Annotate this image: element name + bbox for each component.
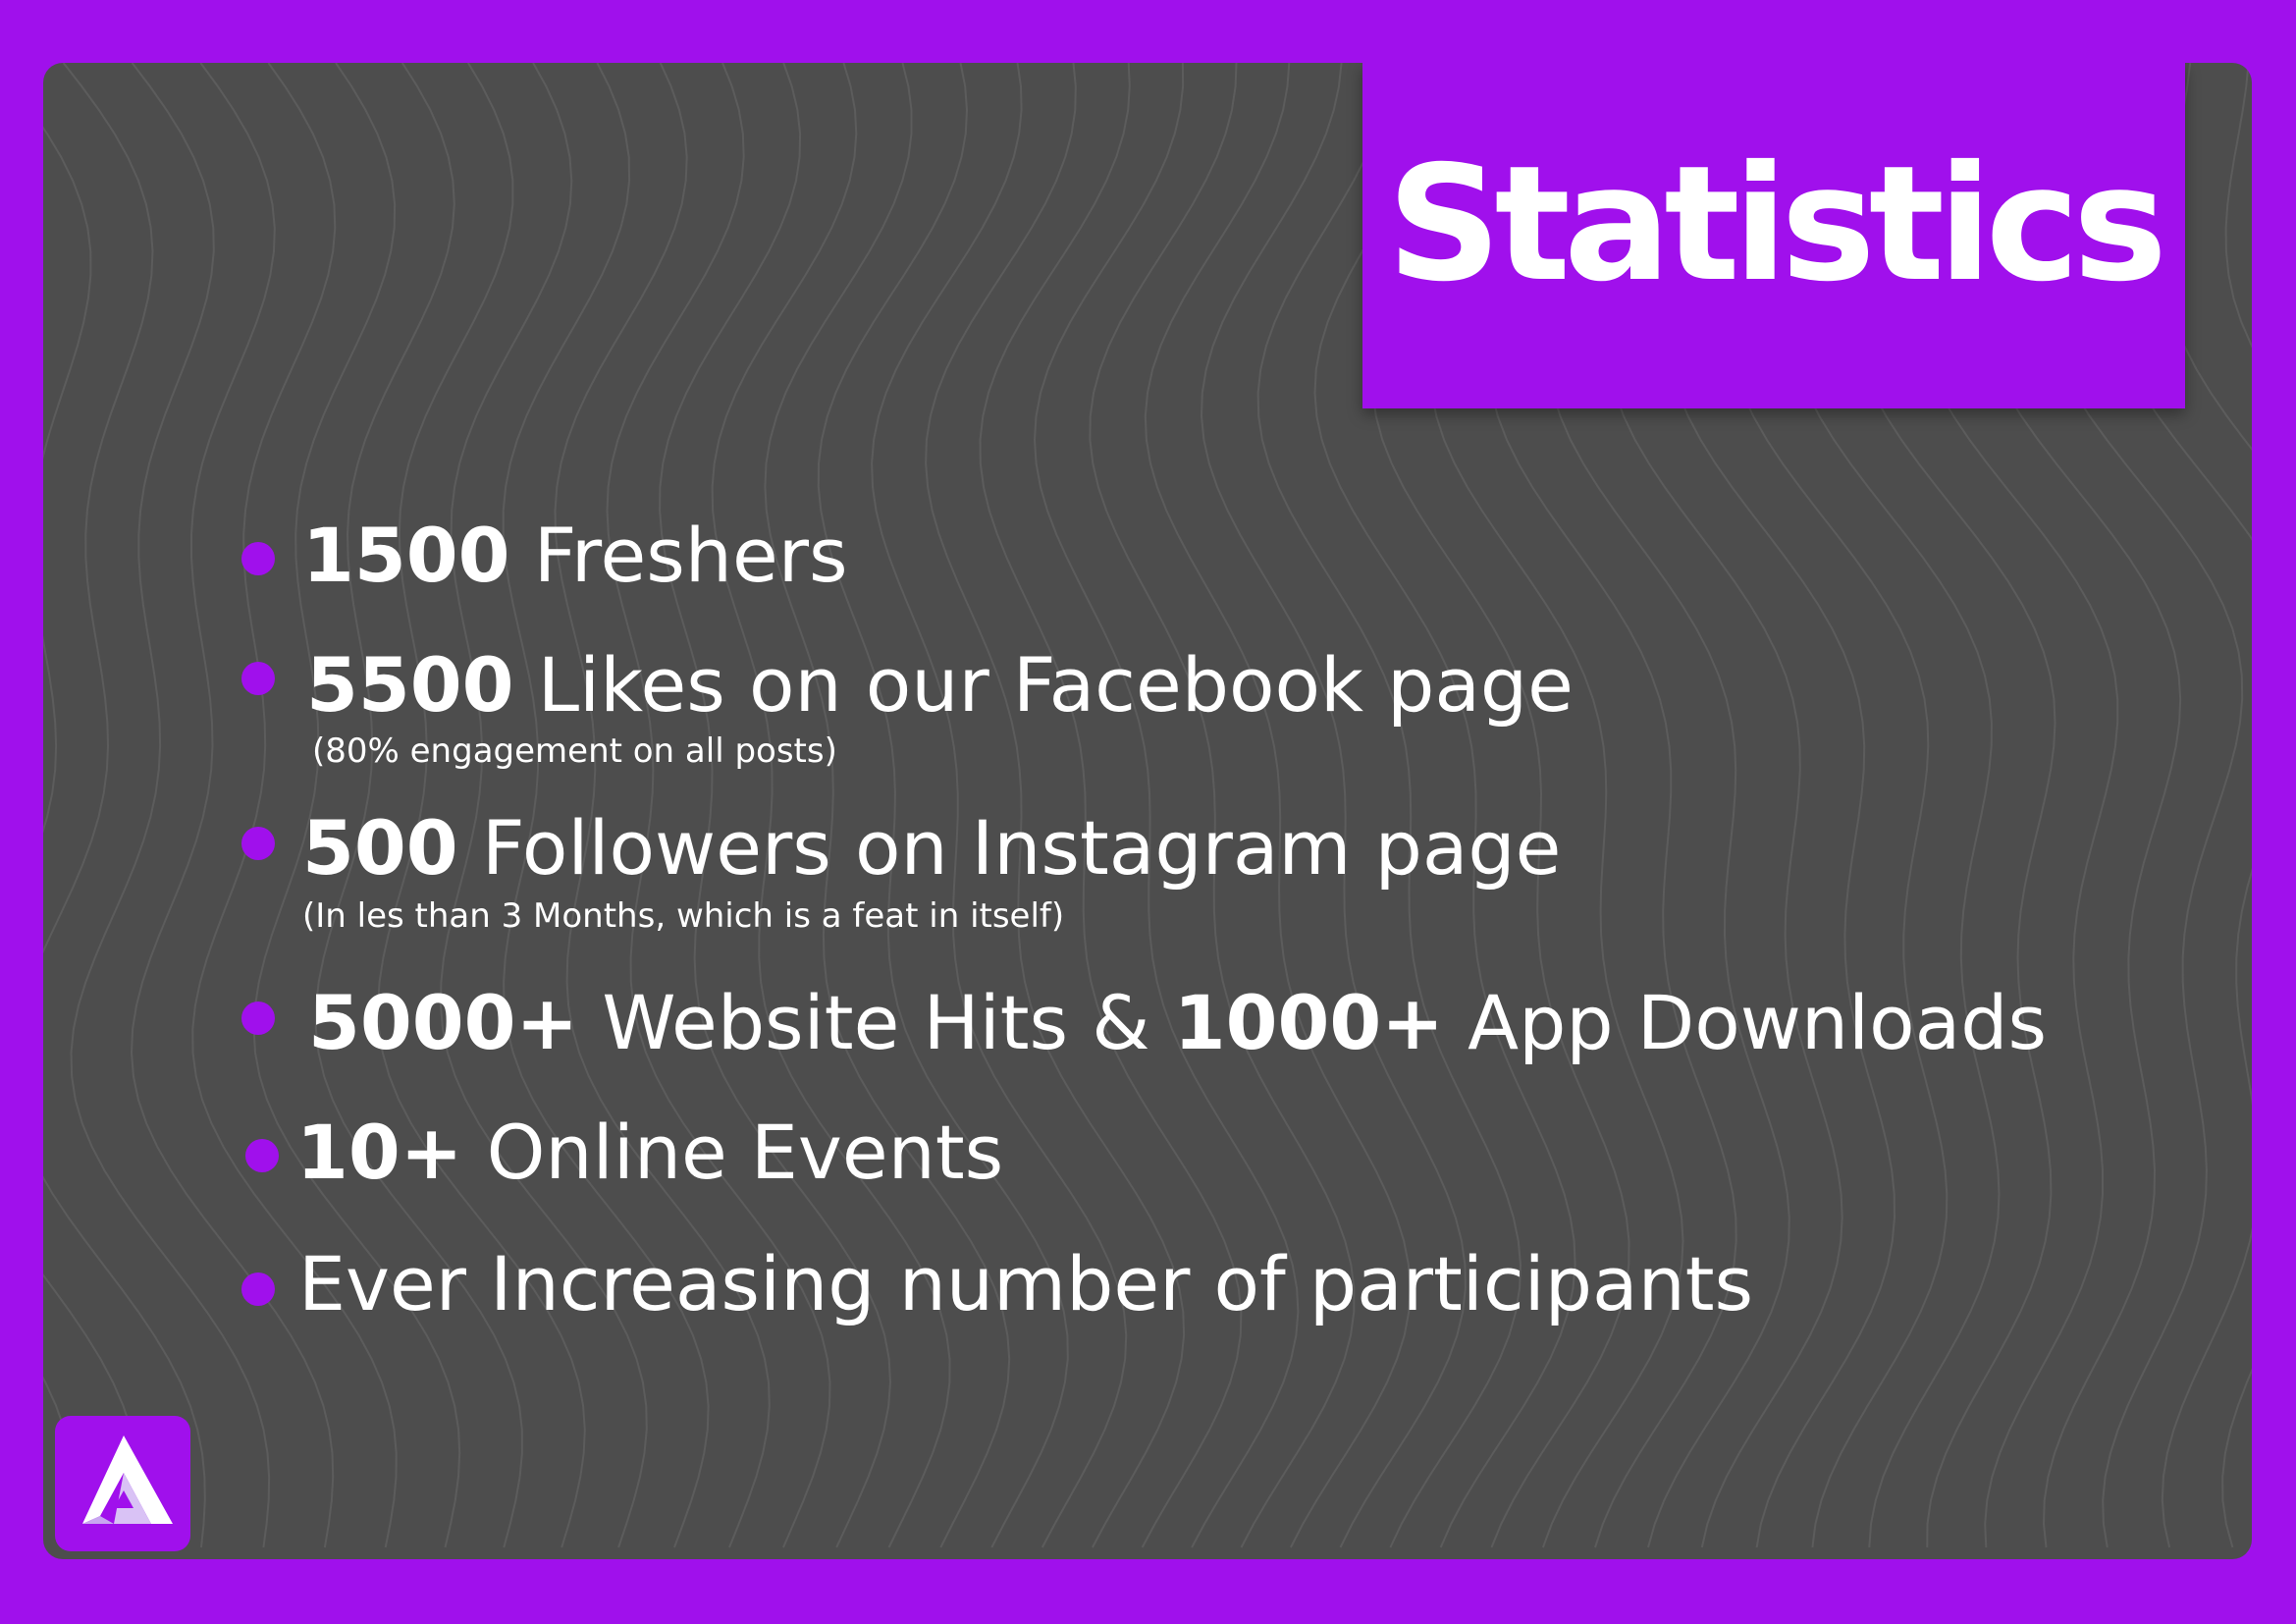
stat-text-secondary: App Downloads [1443,979,2048,1066]
stat-line: 5000+ Website Hits & 1000+ App Downloads [308,986,2047,1060]
stat-text: Online Events [462,1109,1004,1196]
stat-text: Ever Increasing number of participants [298,1240,1754,1327]
stat-number: 5500 [306,641,514,729]
stat-line: 10+ Online Events [296,1115,1003,1190]
bullet-icon [241,1272,275,1306]
stat-note: (80% engagement on all posts) [312,731,837,771]
bullet-icon [241,1001,275,1035]
stat-number: 10+ [296,1109,463,1196]
stat-line: 500 Followers on Instagram page [302,811,1561,886]
stat-number: 500 [302,804,458,892]
bullet-icon [241,827,275,860]
stat-text: Followers on Instagram page [457,804,1562,892]
bullet-icon [241,662,275,695]
stat-text: Website Hits & [578,979,1174,1066]
stat-text: Freshers [509,512,848,599]
stats-list: 1500 Freshers 5500 Likes on our Facebook… [43,63,2252,1559]
bullet-icon [241,542,275,575]
stat-line: 5500 Likes on our Facebook page [306,648,1574,723]
a-logo-icon [55,1416,190,1551]
stat-note: (In les than 3 Months, which is a feat i… [302,896,1065,936]
stat-number: 1500 [302,512,510,599]
stat-number: 5000+ [308,979,579,1066]
stat-text: Likes on our Facebook page [513,641,1574,729]
bullet-icon [245,1139,279,1172]
stat-line: Ever Increasing number of participants [298,1247,1753,1322]
stat-number-secondary: 1000+ [1173,979,1444,1066]
stat-line: 1500 Freshers [302,518,848,593]
statistics-card: Statistics 1500 Freshers 5500 Likes on o… [43,63,2252,1559]
